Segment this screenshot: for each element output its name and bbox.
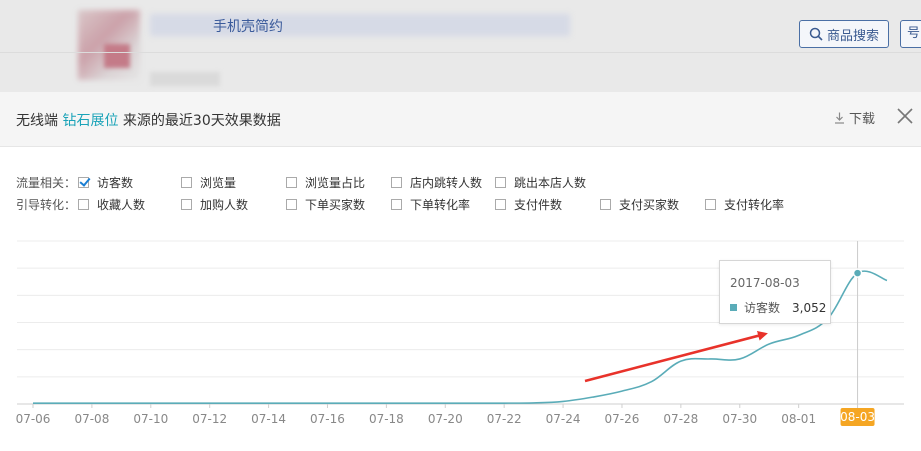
modal-title-prefix: 无线端 [16,113,58,129]
filter-pageviews-label: 浏览量 [200,176,237,190]
filter-visitors-label: 访客数 [97,176,134,190]
filter-instore-jumps-checkbox[interactable] [391,177,402,188]
download-icon [835,112,844,124]
filter-pageview-share-label: 浏览量占比 [305,176,366,190]
filter-favorites-label: 收藏人数 [97,198,146,212]
filter-add-to-cart[interactable]: 加购人数 [181,196,248,213]
filter-order-buyers-checkbox[interactable] [286,199,297,210]
filter-label-traffic: 流量相关： [16,176,77,190]
modal-title: 无线端 钻石展位 来源的最近30天效果数据 [16,110,281,130]
filter-paid-buyers[interactable]: 支付买家数 [600,196,679,213]
close-icon [897,108,913,124]
filter-pageview-share-checkbox[interactable] [286,177,297,188]
product-search-label: 商品搜索 [826,28,879,44]
filter-visitors-checkbox[interactable] [78,177,89,188]
filter-bounces[interactable]: 跳出本店人数 [495,174,586,191]
filter-instore-jumps[interactable]: 店内跳转人数 [391,174,482,191]
filter-paid-buyers-label: 支付买家数 [619,198,680,212]
blurred-subtitle [150,72,220,86]
background-divider [0,52,921,53]
filter-favorites-checkbox[interactable] [78,199,89,210]
filter-pay-conversion-checkbox[interactable] [705,199,716,210]
filter-visitors[interactable]: 访客数 [78,174,133,191]
filter-pay-conversion[interactable]: 支付转化率 [705,196,784,213]
filter-add-to-cart-checkbox[interactable] [181,199,192,210]
filter-bounces-checkbox[interactable] [495,177,506,188]
chart-tooltip: 2017-08-03 访客数 3,052 [719,260,831,324]
filter-order-buyers[interactable]: 下单买家数 [286,196,365,213]
modal-title-suffix: 来源的最近30天效果数据 [122,113,281,129]
modal-header: 无线端 钻石展位 来源的最近30天效果数据 下载 [0,92,921,147]
tooltip-value: 3,052 [792,300,827,315]
filter-order-conversion-checkbox[interactable] [391,199,402,210]
product-search-button[interactable]: 商品搜索 [799,20,889,48]
filter-paid-buyers-checkbox[interactable] [600,199,611,210]
filter-label-conversion: 引导转化： [16,198,77,212]
close-button[interactable] [895,106,915,126]
filter-favorites[interactable]: 收藏人数 [78,196,145,213]
filter-order-buyers-label: 下单买家数 [305,198,366,212]
filter-order-conversion-label: 下单转化率 [410,198,471,212]
tooltip-date: 2017-08-03 [730,276,800,290]
filter-pageviews-checkbox[interactable] [181,177,192,188]
filter-pageview-share[interactable]: 浏览量占比 [286,174,365,191]
blurred-product-image-detail [104,44,130,68]
filter-paid-items-label: 支付件数 [514,198,563,212]
tooltip-series-name: 访客数 [744,301,781,315]
filter-paid-items-checkbox[interactable] [495,199,506,210]
tooltip-row: 访客数 3,052 [730,299,826,316]
filter-pageviews[interactable]: 浏览量 [181,174,236,191]
filter-instore-jumps-label: 店内跳转人数 [410,176,483,190]
background-extra-button[interactable]: 号 [900,20,921,48]
filter-bounces-label: 跳出本店人数 [514,176,587,190]
filter-order-conversion[interactable]: 下单转化率 [391,196,470,213]
product-title: 手机壳简约 [213,19,283,35]
tooltip-series-marker [730,304,737,311]
filter-add-to-cart-label: 加购人数 [200,198,249,212]
modal-title-highlight: 钻石展位 [62,113,119,129]
download-button[interactable]: 下载 [834,108,875,127]
search-icon [809,27,823,41]
download-label: 下载 [849,112,876,127]
filter-paid-items[interactable]: 支付件数 [495,196,562,213]
filter-pay-conversion-label: 支付转化率 [724,198,785,212]
background-page: 手机壳简约 商品搜索 号 [0,0,921,92]
